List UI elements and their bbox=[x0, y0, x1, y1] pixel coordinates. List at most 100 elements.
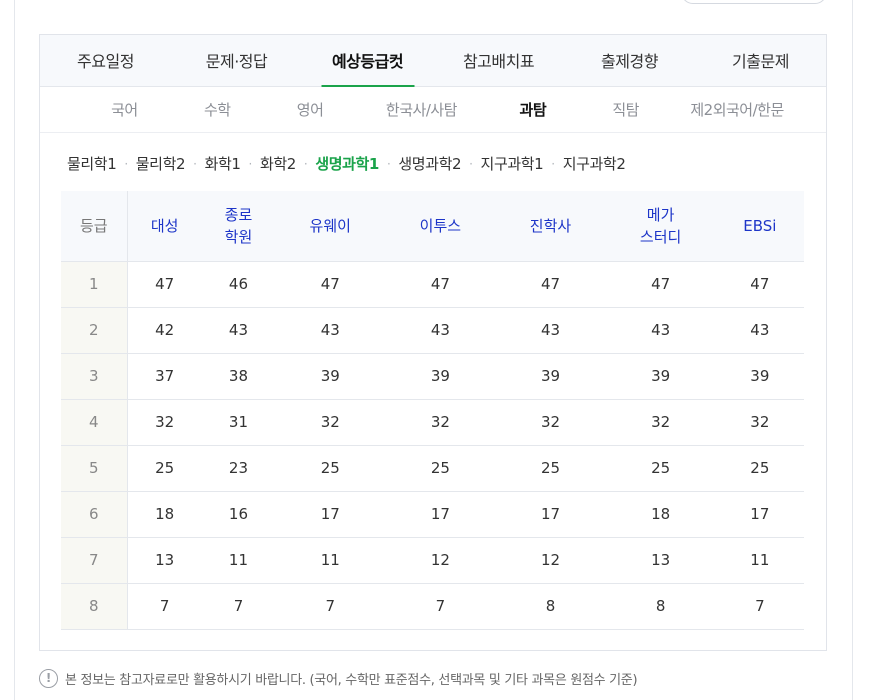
score-cell: 39 bbox=[715, 353, 804, 400]
score-cell: 23 bbox=[201, 445, 276, 492]
main-tab[interactable]: 문제·정답 bbox=[171, 35, 302, 86]
score-cell: 32 bbox=[495, 399, 606, 446]
score-cell: 17 bbox=[275, 491, 386, 538]
score-cell: 32 bbox=[275, 399, 386, 446]
sub-tab[interactable]: 과탐 bbox=[486, 99, 579, 120]
score-cell: 7 bbox=[127, 583, 202, 630]
score-cell: 25 bbox=[275, 445, 386, 492]
score-cell: 47 bbox=[495, 261, 606, 308]
grade-cell: 1 bbox=[61, 261, 128, 308]
table-body: 1 47 46 47 47 47 47 47 2 42 43 43 43 43 43 43 3 37 38 39 39 3… bbox=[61, 261, 804, 630]
score-cell: 7 bbox=[275, 583, 386, 630]
score-cell: 39 bbox=[275, 353, 386, 400]
separator-dot: · bbox=[386, 156, 391, 171]
grade-cut-table: 등급 대성 종로 학원 유웨이 이투스 진학사 메가 스터디 EBSi 1 47 46 47 47 4… bbox=[61, 191, 804, 630]
score-cell: 47 bbox=[605, 261, 716, 308]
score-cell: 32 bbox=[605, 399, 716, 446]
score-cell: 47 bbox=[715, 261, 804, 308]
subject-list: 물리학1 · 물리학2 · 화학1 · 화학2 · 생명과학1 · 생명과학2 · 지구과학1 · 지구과학… bbox=[67, 153, 626, 174]
score-cell: 11 bbox=[715, 537, 804, 584]
subject-link[interactable]: 지구과학2 bbox=[563, 153, 626, 174]
score-cell: 18 bbox=[127, 491, 202, 538]
subject-link[interactable]: 물리학2 bbox=[136, 153, 186, 174]
score-cell: 43 bbox=[201, 307, 276, 354]
subject-link[interactable]: 생명과학2 bbox=[398, 153, 461, 174]
score-cell: 47 bbox=[275, 261, 386, 308]
grade-cut-panel: 주요일정 문제·정답 예상등급컷 참고배치표 출제경향 기출문제 국어 수학 영어 한국사/사탐… bbox=[39, 34, 827, 651]
score-cell: 7 bbox=[201, 583, 276, 630]
table-row: 2 42 43 43 43 43 43 43 bbox=[61, 307, 804, 354]
subject-link[interactable]: 화학2 bbox=[260, 153, 296, 174]
table-row: 1 47 46 47 47 47 47 47 bbox=[61, 261, 804, 308]
source-column-header: 이투스 bbox=[385, 191, 496, 262]
main-tab-bar: 주요일정 문제·정답 예상등급컷 참고배치표 출제경향 기출문제 bbox=[40, 35, 826, 87]
sub-tab[interactable]: 한국사/사탐 bbox=[356, 99, 486, 120]
source-column-header: 유웨이 bbox=[275, 191, 386, 262]
sub-tab[interactable]: 직탐 bbox=[579, 99, 672, 120]
subject-link[interactable]: 물리학1 bbox=[67, 153, 117, 174]
score-cell: 25 bbox=[605, 445, 716, 492]
main-tab[interactable]: 예상등급컷 bbox=[302, 35, 433, 86]
grade-cell: 3 bbox=[61, 353, 128, 400]
score-cell: 31 bbox=[201, 399, 276, 446]
score-cell: 11 bbox=[201, 537, 276, 584]
table-header-row: 등급 대성 종로 학원 유웨이 이투스 진학사 메가 스터디 EBSi bbox=[61, 191, 804, 262]
notice-text: 본 정보는 참고자료로만 활용하시기 바랍니다. (국어, 수학만 표준점수, … bbox=[65, 673, 638, 688]
separator-dot: · bbox=[193, 156, 197, 171]
score-cell: 43 bbox=[385, 307, 496, 354]
score-cell: 16 bbox=[201, 491, 276, 538]
separator-dot: · bbox=[469, 156, 473, 171]
subject-link[interactable]: 지구과학1 bbox=[481, 153, 544, 174]
subject-link[interactable]: 생명과학1 bbox=[315, 153, 379, 174]
score-cell: 25 bbox=[127, 445, 202, 492]
score-cell: 8 bbox=[605, 583, 716, 630]
score-cell: 32 bbox=[385, 399, 496, 446]
score-cell: 37 bbox=[127, 353, 202, 400]
score-cell: 42 bbox=[127, 307, 202, 354]
score-cell: 47 bbox=[127, 261, 202, 308]
score-cell: 7 bbox=[715, 583, 804, 630]
grade-cell: 4 bbox=[61, 399, 128, 446]
exclamation-icon: ! bbox=[39, 669, 58, 688]
sub-tab[interactable]: 수학 bbox=[171, 99, 264, 120]
separator-dot: · bbox=[303, 156, 308, 171]
main-tab[interactable]: 출제경향 bbox=[564, 35, 695, 86]
score-cell: 39 bbox=[605, 353, 716, 400]
score-cell: 13 bbox=[605, 537, 716, 584]
grade-cell: 7 bbox=[61, 537, 128, 584]
main-tab[interactable]: 기출문제 bbox=[695, 35, 826, 86]
score-cell: 11 bbox=[275, 537, 386, 584]
sub-tab[interactable]: 국어 bbox=[78, 99, 171, 120]
score-cell: 32 bbox=[127, 399, 202, 446]
score-cell: 47 bbox=[385, 261, 496, 308]
score-cell: 12 bbox=[385, 537, 496, 584]
sub-tab[interactable]: 영어 bbox=[264, 99, 357, 120]
sub-tab-bar: 국어 수학 영어 한국사/사탐 과탐 직탐 제2외국어/한문 bbox=[40, 87, 826, 133]
sub-tab[interactable]: 제2외국어/한문 bbox=[672, 99, 802, 120]
score-cell: 25 bbox=[385, 445, 496, 492]
grade-cell: 2 bbox=[61, 307, 128, 354]
score-cell: 8 bbox=[495, 583, 606, 630]
table-row: 4 32 31 32 32 32 32 32 bbox=[61, 399, 804, 446]
notice: ! 본 정보는 참고자료로만 활용하시기 바랍니다. (국어, 수학만 표준점수… bbox=[39, 669, 638, 688]
top-button[interactable] bbox=[681, 0, 827, 4]
score-cell: 25 bbox=[495, 445, 606, 492]
score-cell: 43 bbox=[715, 307, 804, 354]
main-tab[interactable]: 주요일정 bbox=[40, 35, 171, 86]
grade-cell: 6 bbox=[61, 491, 128, 538]
main-tab[interactable]: 참고배치표 bbox=[433, 35, 564, 86]
score-cell: 39 bbox=[385, 353, 496, 400]
score-cell: 13 bbox=[127, 537, 202, 584]
score-cell: 12 bbox=[495, 537, 606, 584]
separator-dot: · bbox=[124, 156, 128, 171]
grade-cell: 8 bbox=[61, 583, 128, 630]
score-cell: 43 bbox=[275, 307, 386, 354]
table-row: 6 18 16 17 17 17 18 17 bbox=[61, 491, 804, 538]
source-column-header: 대성 bbox=[127, 191, 202, 262]
subject-link[interactable]: 화학1 bbox=[205, 153, 241, 174]
score-cell: 38 bbox=[201, 353, 276, 400]
score-cell: 43 bbox=[605, 307, 716, 354]
score-cell: 18 bbox=[605, 491, 716, 538]
score-cell: 25 bbox=[715, 445, 804, 492]
score-cell: 17 bbox=[495, 491, 606, 538]
